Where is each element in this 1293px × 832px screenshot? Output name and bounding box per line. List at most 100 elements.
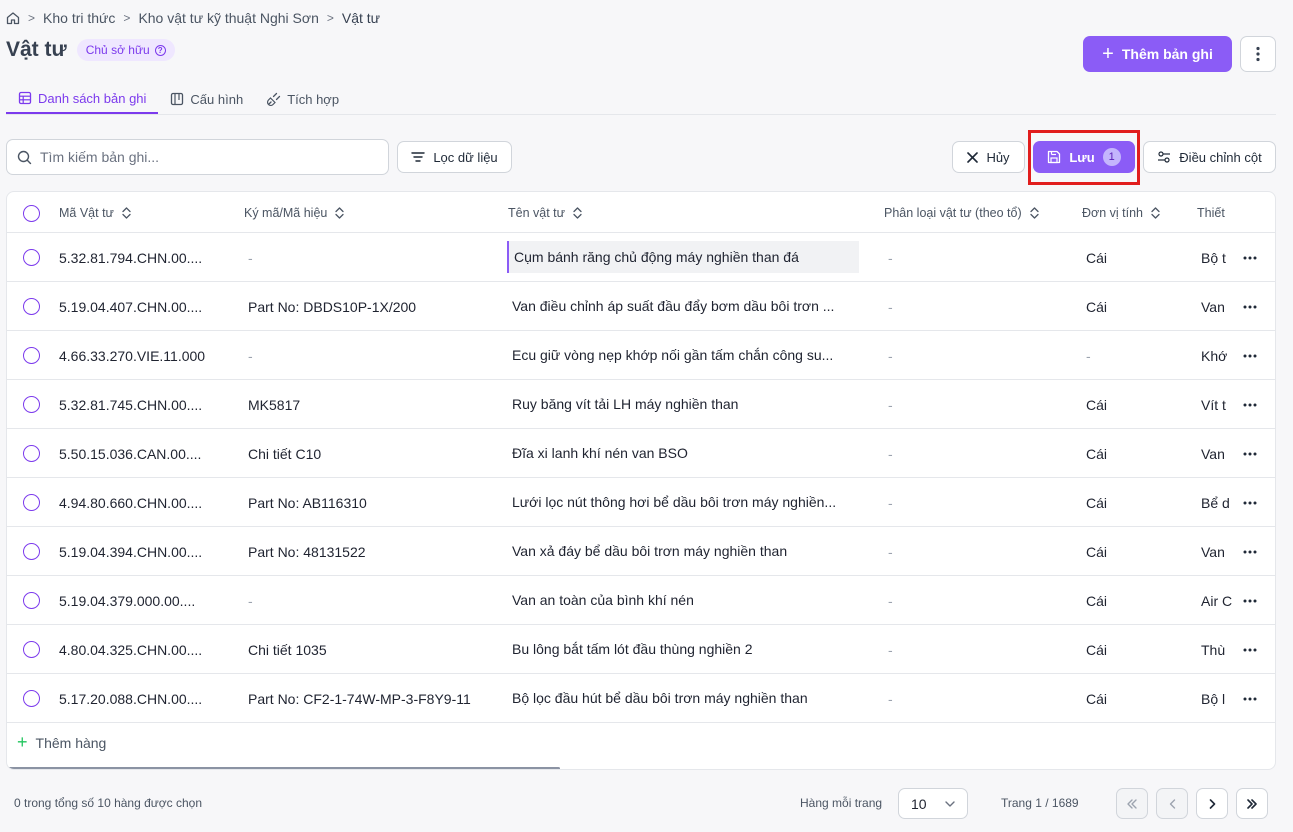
cell-category[interactable]: - [888,380,893,429]
cell-name[interactable]: Ruy băng vít tải LH máy nghiền than [512,380,864,429]
table-row[interactable]: 5.19.04.407.CHN.00.... Part No: DBDS10P-1… [7,282,1275,331]
cell-code[interactable]: 5.32.81.745.CHN.00.... [59,380,202,429]
row-actions-button[interactable] [1243,674,1257,723]
cell-unit[interactable]: - [1086,331,1091,380]
cell-equipment[interactable]: Khớ [1201,331,1239,380]
cell-equipment[interactable]: Vít t [1201,380,1239,429]
cell-unit[interactable]: Cái [1086,282,1107,331]
row-select-radio[interactable] [23,592,40,609]
cell-name[interactable]: Cụm bánh răng chủ động máy nghiền than đ… [507,241,859,273]
more-options-button[interactable] [1240,36,1276,72]
cell-category[interactable]: - [888,625,893,674]
cell-code[interactable]: 4.66.33.270.VIE.11.000 [59,331,205,380]
cell-unit[interactable]: Cái [1086,527,1107,576]
tab-record-list[interactable]: Danh sách bản ghi [6,84,159,114]
row-actions-button[interactable] [1243,282,1257,331]
cell-code[interactable]: 5.19.04.407.CHN.00.... [59,282,202,331]
row-actions-button[interactable] [1243,478,1257,527]
row-actions-button[interactable] [1243,625,1257,674]
column-header-code[interactable]: Mã Vật tư [59,192,131,233]
last-page-button[interactable] [1236,788,1268,819]
cell-unit[interactable]: Cái [1086,625,1107,674]
cell-name[interactable]: Ecu giữ vòng nẹp khớp nối gần tấm chắn c… [512,331,864,380]
cell-model[interactable]: MK5817 [248,380,300,429]
table-row[interactable]: 5.17.20.088.CHN.00.... Part No: CF2-1-74W… [7,674,1275,723]
row-select-radio[interactable] [23,298,40,315]
cell-name[interactable]: Bộ lọc đầu hút bể dầu bôi trơn máy nghiề… [512,674,864,723]
cell-name[interactable]: Van điều chỉnh áp suất đầu đẩy bơm dầu b… [512,282,864,331]
column-header-unit[interactable]: Đơn vị tính [1082,192,1160,233]
row-select-radio[interactable] [23,396,40,413]
cell-model[interactable]: Chi tiết C10 [248,429,321,478]
cell-model[interactable]: Part No: 48131522 [248,527,366,576]
cell-model[interactable]: Part No: DBDS10P-1X/200 [248,282,416,331]
cell-code[interactable]: 5.19.04.379.000.00.... [59,576,195,625]
filter-button[interactable]: Lọc dữ liệu [397,141,512,173]
search-input[interactable] [40,149,370,165]
cell-model[interactable]: - [248,576,253,625]
first-page-button[interactable] [1116,788,1148,819]
cell-equipment[interactable]: Van [1201,282,1239,331]
row-actions-button[interactable] [1243,380,1257,429]
row-select-radio[interactable] [23,641,40,658]
row-actions-button[interactable] [1243,331,1257,380]
row-actions-button[interactable] [1243,576,1257,625]
cell-unit[interactable]: Cái [1086,233,1107,282]
row-select-radio[interactable] [23,445,40,462]
row-select-radio[interactable] [23,347,40,364]
cell-code[interactable]: 5.17.20.088.CHN.00.... [59,674,202,723]
tab-integration[interactable]: Tích hợp [255,84,351,114]
cell-code[interactable]: 5.19.04.394.CHN.00.... [59,527,202,576]
cell-equipment[interactable]: Van [1201,429,1239,478]
row-actions-button[interactable] [1243,429,1257,478]
select-all-radio[interactable] [23,205,40,222]
cell-model[interactable]: Part No: CF2-1-74W-MP-3-F8Y9-11 [248,674,471,723]
add-row-button[interactable]: + Thêm hàng [17,732,106,753]
add-record-button[interactable]: + Thêm bản ghi [1083,36,1232,72]
cell-category[interactable]: - [888,429,893,478]
cell-equipment[interactable]: Bể d [1201,478,1239,527]
cell-name[interactable]: Van an toàn của bình khí nén [512,576,864,625]
cell-model[interactable]: Part No: AB116310 [248,478,367,527]
cell-name[interactable]: Lưới lọc nút thông hơi bể dầu bôi trơn m… [512,478,864,527]
tab-config[interactable]: Cấu hình [158,84,255,114]
cell-unit[interactable]: Cái [1086,674,1107,723]
cell-category[interactable]: - [888,576,893,625]
row-select-radio[interactable] [23,494,40,511]
table-row[interactable]: 5.32.81.794.CHN.00.... - Cụm bánh răng chủ… [7,233,1275,282]
column-header-category[interactable]: Phân loại vật tư (theo tổ) [884,192,1039,233]
cell-name[interactable]: Bu lông bắt tấm lót đầu thùng nghiền 2 [512,625,864,674]
cell-equipment[interactable]: Bộ l [1201,674,1239,723]
cell-name[interactable]: Đĩa xi lanh khí nén van BSO [512,429,864,478]
breadcrumb-item-warehouse[interactable]: Kho vật tư kỹ thuật Nghi Sơn [138,10,318,26]
row-select-radio[interactable] [23,543,40,560]
cell-category[interactable]: - [888,331,893,380]
cell-model[interactable]: - [248,233,253,282]
row-actions-button[interactable] [1243,233,1257,282]
table-row[interactable]: 5.50.15.036.CAN.00.... Chi tiết C10 Đĩa xi… [7,429,1275,478]
save-button[interactable]: Lưu 1 [1033,141,1135,173]
cell-category[interactable]: - [888,674,893,723]
cell-category[interactable]: - [888,527,893,576]
owner-badge[interactable]: Chủ sở hữu ? [76,39,175,61]
table-row[interactable]: 5.19.04.394.CHN.00.... Part No: 48131522 V… [7,527,1275,576]
cell-unit[interactable]: Cái [1086,380,1107,429]
cell-unit[interactable]: Cái [1086,478,1107,527]
table-row[interactable]: 5.32.81.745.CHN.00.... MK5817 Ruy băng vít… [7,380,1275,429]
table-row[interactable]: 4.94.80.660.CHN.00.... Part No: AB116310 L… [7,478,1275,527]
next-page-button[interactable] [1196,788,1228,819]
column-header-name[interactable]: Tên vật tư [508,192,582,233]
column-header-model[interactable]: Ký mã/Mã hiệu [244,192,345,233]
column-header-equipment[interactable]: Thiết [1197,192,1225,233]
cell-unit[interactable]: Cái [1086,576,1107,625]
table-row[interactable]: 5.19.04.379.000.00.... - Van an toàn của b… [7,576,1275,625]
breadcrumb-item-knowledge[interactable]: Kho tri thức [43,10,115,26]
cell-equipment[interactable]: Air C [1201,576,1239,625]
cell-name[interactable]: Van xả đáy bể dầu bôi trơn máy nghiền th… [512,527,864,576]
rows-per-page-select[interactable]: 10 [898,788,968,819]
cell-model[interactable]: - [248,331,253,380]
cell-equipment[interactable]: Van [1201,527,1239,576]
adjust-columns-button[interactable]: Điều chỉnh cột [1143,141,1276,173]
cell-code[interactable]: 4.94.80.660.CHN.00.... [59,478,202,527]
cell-equipment[interactable]: Thù [1201,625,1239,674]
